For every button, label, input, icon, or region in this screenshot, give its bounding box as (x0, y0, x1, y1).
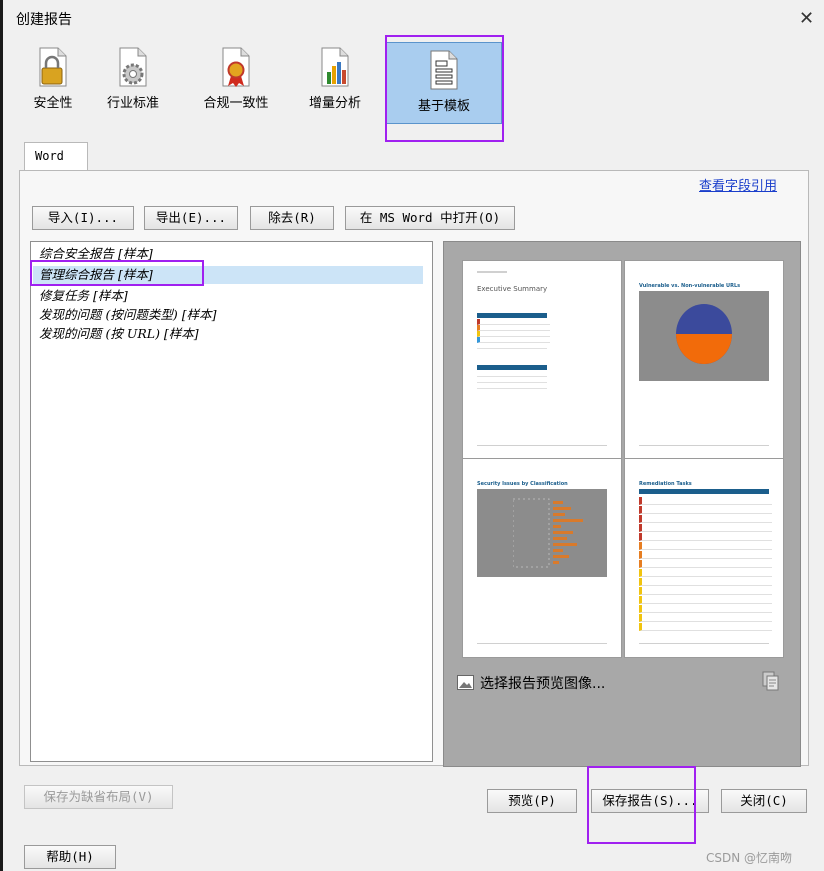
image-icon (457, 675, 474, 694)
save-as-default-layout-button[interactable]: 保存为缺省布局(V) (24, 785, 173, 809)
toolbar-label: 行业标准 (106, 96, 159, 111)
lock-document-icon (34, 46, 72, 88)
export-button[interactable]: 导出(E)... (144, 206, 238, 230)
highlight-box-template (385, 35, 504, 142)
page-heading: Vulnerable vs. Non-vulnerable URLs (639, 283, 741, 289)
window-left-edge (0, 0, 3, 871)
open-in-word-button[interactable]: 在 MS Word 中打开(O) (345, 206, 515, 230)
page-heading: Security Issues by Classification (477, 481, 568, 487)
toolbar-label: 增量分析 (308, 96, 361, 111)
preview-button[interactable]: 预览(P) (487, 789, 577, 813)
preview-page: Executive Summary (462, 260, 622, 460)
toolbar-item-industry-standard[interactable]: 行业标准 (98, 36, 168, 122)
toolbar-label: 合规一致性 (203, 96, 269, 111)
list-item[interactable]: 发现的问题 (按 URL) [样本] (39, 325, 429, 343)
highlight-box-selected-template (30, 260, 204, 286)
copy-icon[interactable] (762, 671, 780, 695)
template-list[interactable]: 综合安全报告 [样本] 管理综合报告 [样本] 修复任务 [样本] 发现的问题 … (30, 241, 433, 762)
preview-page: Remediation Tasks (624, 458, 784, 658)
view-field-references-link[interactable]: 查看字段引用 (699, 175, 777, 194)
toolbar-item-compliance[interactable]: 合规一致性 (190, 36, 282, 122)
chart-document-icon (316, 46, 354, 88)
select-preview-image-link[interactable]: 选择报告预览图像... (480, 673, 605, 693)
award-document-icon (217, 46, 255, 88)
preview-page: Vulnerable vs. Non-vulnerable URLs (624, 260, 784, 460)
watermark: CSDN @忆南吻 (706, 851, 793, 865)
window-title: 创建报告 (16, 12, 72, 28)
list-item[interactable]: 修复任务 [样本] (39, 287, 429, 305)
page-heading: Remediation Tasks (639, 481, 692, 487)
toolbar-item-delta-analysis[interactable]: 增量分析 (300, 36, 370, 122)
preview-page: Security Issues by Classification (462, 458, 622, 658)
toolbar-label: 安全性 (33, 96, 73, 111)
import-button[interactable]: 导入(I)... (32, 206, 134, 230)
gear-document-icon (114, 46, 152, 88)
close-button[interactable]: 关闭(C) (721, 789, 807, 813)
remove-button[interactable]: 除去(R) (250, 206, 334, 230)
help-button[interactable]: 帮助(H) (24, 845, 116, 869)
list-item[interactable]: 发现的问题 (按问题类型) [样本] (39, 306, 429, 324)
page-heading: Executive Summary (477, 285, 548, 293)
highlight-box-save-report (587, 766, 696, 844)
close-icon[interactable]: ✕ (799, 8, 814, 29)
tab-word[interactable]: Word (24, 142, 88, 170)
toolbar-item-security[interactable]: 安全性 (18, 36, 88, 122)
